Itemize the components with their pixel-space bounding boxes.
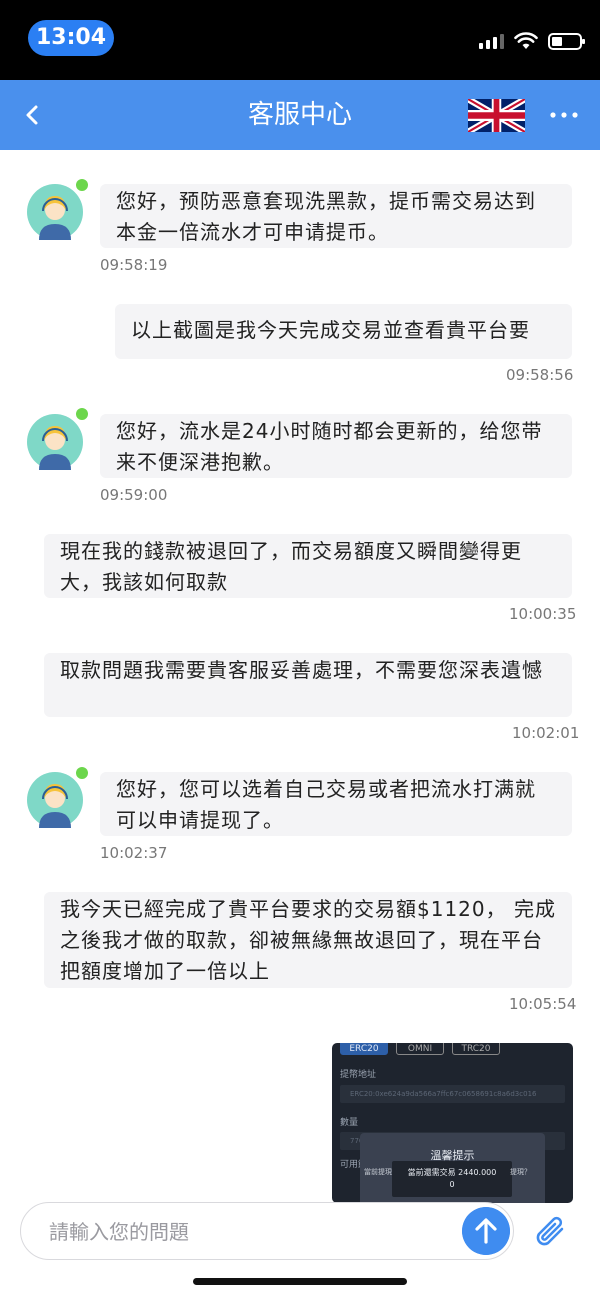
message-timestamp: 09:58:19: [100, 256, 168, 274]
message-timestamp: 10:05:54: [509, 995, 577, 1013]
battery-icon: [548, 32, 585, 50]
online-status-dot: [76, 767, 88, 779]
dialog-prefix: 當前提現: [364, 1168, 392, 1176]
user-message-bubble: 我今天已經完成了貴平台要求的交易額$1120， 完成之後我才做的取款，卻被無緣無…: [44, 892, 572, 988]
status-time: 13:04: [28, 20, 114, 56]
image-message-thumbnail[interactable]: ERC20 OMNI TRC20 提幣地址 ERC20:0xe624a9da56…: [332, 1043, 573, 1203]
message-timestamp: 10:00:35: [509, 605, 577, 623]
home-indicator: [193, 1278, 407, 1285]
agent-message-bubble: 您好，流水是24小时随时都会更新的，给您带来不便深港抱歉。: [100, 414, 572, 478]
quantity-label: 數量: [340, 1118, 359, 1128]
dialog-line-1: 當前還需交易 2440.000: [407, 1168, 497, 1177]
more-icon[interactable]: [548, 108, 580, 122]
wifi-icon: [514, 32, 538, 49]
message-timestamp: 10:02:01: [512, 724, 580, 742]
status-icons: [479, 30, 585, 52]
user-message-bubble: 取款問題我需要貴客服妥善處理，不需要您深表遺憾: [44, 653, 572, 717]
user-message-bubble: 以上截圖是我今天完成交易並查看貴平台要: [115, 304, 572, 359]
agent-message-bubble: 您好，预防恶意套现洗黑款，提币需交易达到本金一倍流水才可申请提币。: [100, 184, 572, 248]
cellular-signal-icon: [479, 33, 504, 49]
message-timestamp: 09:59:00: [100, 486, 168, 504]
message-input-bar: [20, 1202, 514, 1260]
agent-avatar-icon: [27, 772, 83, 828]
user-message-bubble: 現在我的錢款被退回了，而交易額度又瞬間變得更大，我該如何取款: [44, 534, 572, 598]
message-timestamp: 10:02:37: [100, 844, 168, 862]
online-status-dot: [76, 179, 88, 191]
dialog-suffix: 提現？: [510, 1168, 531, 1176]
uk-flag-icon[interactable]: [468, 99, 525, 132]
message-timestamp: 09:58:56: [506, 366, 574, 384]
agent-avatar-icon: [27, 184, 83, 240]
tab-omni: OMNI: [396, 1043, 444, 1055]
dialog-line-2: 0: [449, 1180, 455, 1189]
message-input[interactable]: [49, 1215, 449, 1249]
paperclip-icon[interactable]: [532, 1212, 570, 1252]
tab-trc20: TRC20: [452, 1043, 500, 1055]
agent-message-bubble: 您好，您可以选着自己交易或者把流水打满就可以申请提现了。: [100, 772, 572, 836]
address-field: ERC20:0xe624a9da566a7ffc67c0658691c8a6d3…: [340, 1085, 565, 1103]
tab-erc20: ERC20: [340, 1043, 388, 1055]
notice-dialog: 溫馨提示 當前還需交易 2440.000 0 當前提現 提現？: [360, 1133, 545, 1203]
agent-avatar-icon: [27, 414, 83, 470]
address-label: 提幣地址: [340, 1070, 377, 1080]
status-bar: 13:04: [0, 0, 600, 80]
navigation-bar: 客服中心: [0, 80, 600, 150]
send-button[interactable]: [462, 1207, 510, 1255]
online-status-dot: [76, 408, 88, 420]
dialog-body: 當前還需交易 2440.000 0: [392, 1161, 512, 1197]
